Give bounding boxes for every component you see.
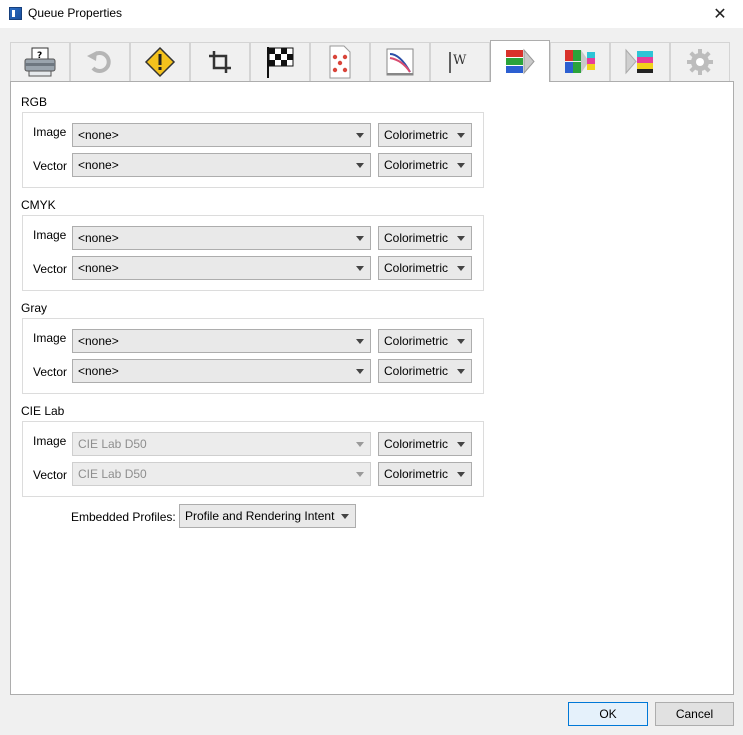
rgb-group-label: RGB — [21, 95, 48, 109]
chevron-down-icon — [341, 514, 349, 519]
checkered-flag-icon — [267, 47, 294, 78]
gray-image-intent-value: Colorimetric — [384, 334, 449, 348]
watermark-tab[interactable]: W — [430, 42, 490, 81]
app-icon — [9, 7, 22, 20]
cmyk-group-label: CMYK — [21, 198, 56, 212]
checkered-flag-tab[interactable] — [250, 42, 310, 81]
chevron-down-icon — [457, 236, 465, 241]
chevron-down-icon — [457, 266, 465, 271]
gray-vector-intent-select[interactable]: Colorimetric — [378, 359, 472, 383]
chevron-down-icon — [356, 339, 364, 344]
rgb-vector-label: Vector — [33, 159, 68, 173]
rgb-image-intent-value: Colorimetric — [384, 128, 449, 142]
cielab-image-profile-select: CIE Lab D50 — [72, 432, 371, 456]
rgb-image-profile-select[interactable]: <none> — [72, 123, 371, 147]
cmyk-vector-intent-value: Colorimetric — [384, 261, 449, 275]
gray-image-profile-value: <none> — [78, 334, 119, 348]
chevron-down-icon — [356, 369, 364, 374]
gray-vector-intent-value: Colorimetric — [384, 364, 449, 378]
gear-icon — [687, 49, 713, 75]
printer-icon: ? — [24, 47, 56, 77]
page-dots-icon — [329, 45, 351, 79]
crop-icon — [209, 51, 231, 73]
cmyk-image-intent-value: Colorimetric — [384, 231, 449, 245]
cmyk-vector-profile-value: <none> — [78, 261, 119, 275]
rotate-icon — [87, 51, 111, 73]
dice-page-tab[interactable] — [310, 42, 370, 81]
settings-tab[interactable] — [670, 42, 730, 81]
chevron-down-icon — [457, 369, 465, 374]
color-convert-icon — [565, 50, 595, 73]
cielab-vector-profile-value: CIE Lab D50 — [78, 467, 147, 481]
chevron-down-icon — [356, 472, 364, 477]
color-output-icon — [625, 48, 653, 75]
chevron-down-icon — [457, 442, 465, 447]
chevron-down-icon — [356, 442, 364, 447]
curve-page-icon — [386, 48, 414, 76]
gray-group-label: Gray — [21, 301, 48, 315]
embedded-profiles-select[interactable]: Profile and Rendering Intent — [179, 504, 356, 528]
warning-tab[interactable] — [130, 42, 190, 81]
rgb-image-profile-value: <none> — [78, 128, 119, 142]
crop-tab[interactable] — [190, 42, 250, 81]
color-output-tab[interactable] — [610, 42, 670, 81]
rgb-image-label: Image — [33, 125, 67, 139]
gray-vector-profile-value: <none> — [78, 364, 119, 378]
rgb-vector-profile-select[interactable]: <none> — [72, 153, 371, 177]
window-title: Queue Properties — [28, 6, 123, 20]
printer-tab[interactable]: ? — [10, 42, 70, 81]
cielab-group-label: CIE Lab — [21, 404, 65, 418]
cmyk-image-profile-value: <none> — [78, 231, 119, 245]
rgb-vector-intent-value: Colorimetric — [384, 158, 449, 172]
cmyk-vector-intent-select[interactable]: Colorimetric — [378, 256, 472, 280]
chevron-down-icon — [457, 339, 465, 344]
cielab-image-label: Image — [33, 434, 67, 448]
cmyk-vector-profile-select[interactable]: <none> — [72, 256, 371, 280]
color-bars-icon — [506, 48, 535, 74]
cielab-vector-intent-select[interactable]: Colorimetric — [378, 462, 472, 486]
svg-text:W: W — [453, 53, 467, 68]
rgb-vector-intent-select[interactable]: Colorimetric — [378, 153, 472, 177]
rotate-tab[interactable] — [70, 42, 130, 81]
chevron-down-icon — [457, 472, 465, 477]
chevron-down-icon — [356, 163, 364, 168]
cielab-image-intent-select[interactable]: Colorimetric — [378, 432, 472, 456]
cmyk-image-label: Image — [33, 228, 67, 242]
gray-vector-profile-select[interactable]: <none> — [72, 359, 371, 383]
warning-icon — [144, 46, 176, 78]
color-management-tab[interactable] — [490, 40, 550, 82]
gray-image-intent-select[interactable]: Colorimetric — [378, 329, 472, 353]
cielab-vector-profile-select: CIE Lab D50 — [72, 462, 371, 486]
color-convert-tab[interactable] — [550, 42, 610, 81]
close-icon: ✕ — [713, 6, 727, 23]
chevron-down-icon — [457, 163, 465, 168]
chevron-down-icon — [356, 266, 364, 271]
embedded-profiles-value: Profile and Rendering Intent — [185, 509, 335, 523]
watermark-icon: W — [449, 52, 467, 73]
cmyk-vector-label: Vector — [33, 262, 68, 276]
gray-image-profile-select[interactable]: <none> — [72, 329, 371, 353]
cielab-vector-label: Vector — [33, 468, 68, 482]
rgb-image-intent-select[interactable]: Colorimetric — [378, 123, 472, 147]
chevron-down-icon — [356, 133, 364, 138]
cmyk-image-profile-select[interactable]: <none> — [72, 226, 371, 250]
cancel-button[interactable]: Cancel — [655, 702, 734, 726]
cielab-image-profile-value: CIE Lab D50 — [78, 437, 147, 451]
gray-vector-label: Vector — [33, 365, 68, 379]
curve-page-tab[interactable] — [370, 42, 430, 81]
title-bar: Queue Properties ✕ — [0, 0, 743, 28]
gray-image-label: Image — [33, 331, 67, 345]
cielab-image-intent-value: Colorimetric — [384, 437, 449, 451]
ok-button[interactable]: OK — [568, 702, 648, 726]
cielab-vector-intent-value: Colorimetric — [384, 467, 449, 481]
cmyk-image-intent-select[interactable]: Colorimetric — [378, 226, 472, 250]
close-button[interactable]: ✕ — [697, 0, 743, 28]
chevron-down-icon — [356, 236, 364, 241]
chevron-down-icon — [457, 133, 465, 138]
rgb-vector-profile-value: <none> — [78, 158, 119, 172]
embedded-profiles-label: Embedded Profiles: — [71, 510, 176, 524]
